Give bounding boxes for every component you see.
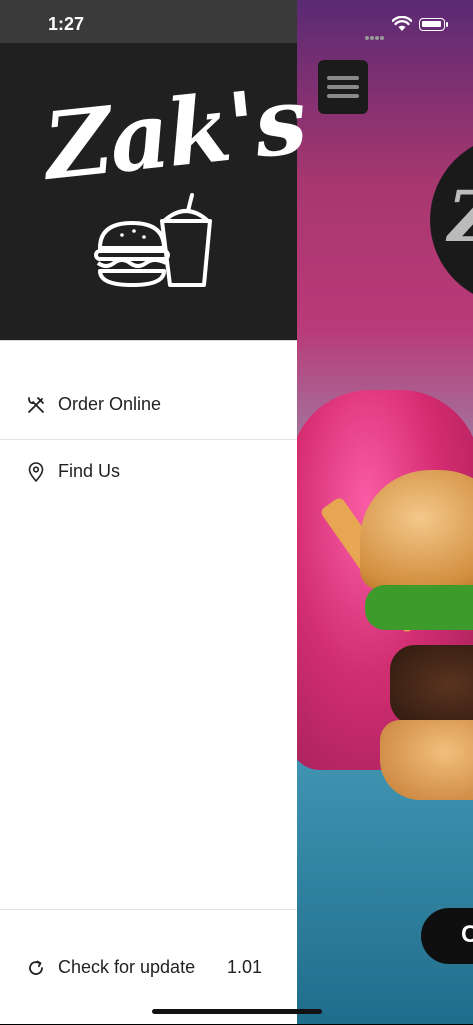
hamburger-line	[327, 94, 359, 98]
drawer-footer: Check for update 1.01	[0, 909, 297, 1025]
hamburger-line	[327, 76, 359, 80]
background-cta-label: C	[461, 921, 473, 948]
location-pin-icon	[28, 462, 44, 482]
home-indicator[interactable]	[152, 1009, 322, 1014]
navigation-drawer: Zak's Order Online Find Us Check for upd…	[0, 43, 310, 1025]
status-bar-drawer-bg	[0, 0, 297, 43]
drawer-header: Zak's	[0, 43, 310, 341]
menu-item-label: Find Us	[58, 461, 121, 481]
app-version: 1.01	[227, 957, 263, 977]
hamburger-line	[327, 85, 359, 89]
battery-icon	[419, 18, 448, 31]
wifi-icon	[392, 16, 412, 31]
status-time: 1:27	[48, 14, 85, 34]
burger-lettuce-image	[365, 585, 473, 630]
burger-and-drink-logo-icon	[94, 193, 212, 287]
menu-toggle-button[interactable]	[318, 60, 368, 114]
cellular-signal-icon	[365, 27, 385, 45]
background-logo-text: Z	[448, 175, 473, 258]
burger-patty-image	[390, 645, 473, 725]
status-bar: 1:27	[0, 0, 473, 43]
check-for-update-label: Check for update	[58, 957, 196, 977]
menu-item-order-online[interactable]: Order Online	[0, 373, 297, 440]
refresh-icon	[29, 960, 43, 975]
brand-logo-text: Zak's	[39, 66, 310, 201]
menu-item-label: Order Online	[58, 394, 162, 414]
utensils-icon	[28, 397, 44, 413]
menu-item-find-us[interactable]: Find Us	[0, 440, 297, 506]
burger-bun-bottom-image	[380, 720, 473, 800]
background-cta-button[interactable]: C	[421, 908, 473, 964]
background-logo-badge: Z	[430, 135, 473, 305]
check-for-update-button[interactable]: Check for update 1.01	[0, 940, 297, 996]
